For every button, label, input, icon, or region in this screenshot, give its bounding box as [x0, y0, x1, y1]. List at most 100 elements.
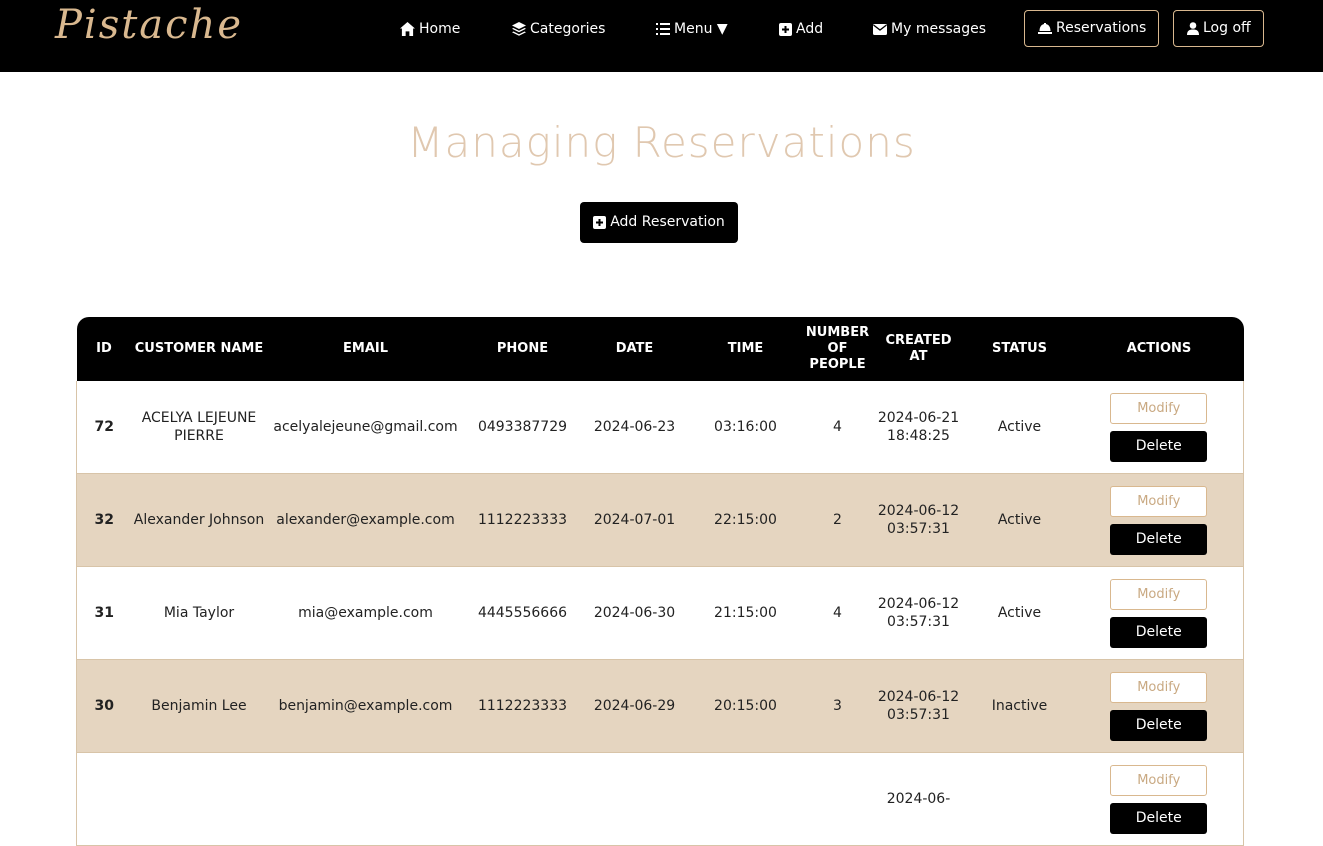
cell-id: 32	[76, 473, 132, 567]
cell-customer-name: ACELYA LEJEUNE PIERRE	[131, 381, 267, 474]
reservations-table-wrapper: ID CUSTOMER NAME EMAIL PHONE DATE TIME N…	[76, 317, 1244, 846]
nav-logoff-button[interactable]: Log off	[1173, 10, 1264, 47]
plus-square-icon	[593, 215, 607, 229]
cell-created-at: 2024-06-12 03:57:31	[872, 473, 965, 567]
delete-button[interactable]: Delete	[1110, 802, 1208, 834]
nav-reservations-label: Reservations	[1056, 20, 1147, 36]
cell-phone: 1112223333	[464, 659, 581, 753]
header-created-at: CREATED AT	[872, 317, 965, 381]
cell-date: 2024-06-29	[580, 659, 689, 753]
home-icon	[400, 22, 415, 36]
bell-icon	[1038, 22, 1052, 34]
list-icon	[656, 23, 670, 35]
cell-phone	[464, 752, 581, 846]
cell-time	[688, 752, 803, 846]
nav-menu-label: Menu ▼	[674, 21, 728, 37]
header-id: ID	[76, 317, 132, 381]
delete-button[interactable]: Delete	[1110, 430, 1208, 462]
nav-home[interactable]: Home	[400, 19, 460, 39]
cell-email	[266, 752, 465, 846]
cell-time: 20:15:00	[688, 659, 803, 753]
cell-date: 2024-06-23	[580, 381, 689, 474]
nav-logoff-label: Log off	[1203, 20, 1251, 36]
cell-people: 3	[802, 659, 873, 753]
cell-actions: Modify Delete	[1074, 381, 1244, 474]
cell-customer-name: Alexander Johnson	[131, 473, 267, 567]
header-status: STATUS	[964, 317, 1075, 381]
user-icon	[1187, 21, 1199, 35]
cell-phone: 4445556666	[464, 566, 581, 660]
cell-id: 72	[76, 381, 132, 474]
cell-customer-name: Mia Taylor	[131, 566, 267, 660]
table-row: 72 ACELYA LEJEUNE PIERRE acelyalejeune@g…	[76, 381, 1244, 474]
modify-button[interactable]: Modify	[1110, 392, 1208, 424]
modify-button[interactable]: Modify	[1110, 764, 1208, 796]
header-phone: PHONE	[464, 317, 581, 381]
cell-id: 31	[76, 566, 132, 660]
add-reservation-button[interactable]: Add Reservation	[580, 202, 738, 243]
cell-phone: 1112223333	[464, 473, 581, 567]
table-row: 32 Alexander Johnson alexander@example.c…	[76, 473, 1244, 567]
nav-categories-label: Categories	[530, 21, 606, 37]
cell-people	[802, 752, 873, 846]
modify-button[interactable]: Modify	[1110, 578, 1208, 610]
delete-button[interactable]: Delete	[1110, 616, 1208, 648]
cell-id	[76, 752, 132, 846]
cell-date: 2024-06-30	[580, 566, 689, 660]
nav-home-label: Home	[419, 21, 461, 37]
cell-status: Active	[964, 473, 1075, 567]
header-email: EMAIL	[266, 317, 465, 381]
cell-date	[580, 752, 689, 846]
add-reservation-label: Add Reservation	[610, 214, 725, 230]
cell-created-at: 2024-06-	[872, 752, 965, 846]
modify-button[interactable]: Modify	[1110, 671, 1208, 703]
plus-square-icon	[779, 22, 792, 36]
cell-status: Active	[964, 381, 1075, 474]
cell-people: 2	[802, 473, 873, 567]
nav-messages[interactable]: My messages	[873, 19, 986, 39]
cell-people: 4	[802, 566, 873, 660]
header-customer-name: CUSTOMER NAME	[131, 317, 267, 381]
header-time: TIME	[688, 317, 803, 381]
header-actions: ACTIONS	[1074, 317, 1244, 381]
cell-email: benjamin@example.com	[266, 659, 465, 753]
envelope-icon	[873, 23, 887, 35]
cell-time: 21:15:00	[688, 566, 803, 660]
cell-date: 2024-07-01	[580, 473, 689, 567]
page-title: Managing Reservations	[407, 118, 916, 167]
delete-button[interactable]: Delete	[1110, 523, 1208, 555]
top-navbar: Pistache Home Categories Menu ▼ Add My m…	[0, 0, 1323, 72]
nav-reservations-button[interactable]: Reservations	[1024, 10, 1159, 47]
cell-email: alexander@example.com	[266, 473, 465, 567]
cell-phone: 0493387729	[464, 381, 581, 474]
cell-id: 30	[76, 659, 132, 753]
header-date: DATE	[580, 317, 689, 381]
cell-created-at: 2024-06-12 03:57:31	[872, 566, 965, 660]
table-header-row: ID CUSTOMER NAME EMAIL PHONE DATE TIME N…	[76, 317, 1244, 381]
table-row: 2024-06- Modify Delete	[76, 752, 1244, 846]
nav-add[interactable]: Add	[779, 19, 823, 39]
cell-time: 22:15:00	[688, 473, 803, 567]
table-row: 30 Benjamin Lee benjamin@example.com 111…	[76, 659, 1244, 753]
reservations-table: ID CUSTOMER NAME EMAIL PHONE DATE TIME N…	[76, 317, 1244, 846]
brand-logo[interactable]: Pistache	[55, 2, 243, 48]
nav-menu-dropdown[interactable]: Menu ▼	[656, 19, 728, 39]
cell-status: Inactive	[964, 659, 1075, 753]
cell-actions: Modify Delete	[1074, 752, 1244, 846]
cell-email: acelyalejeune@gmail.com	[266, 381, 465, 474]
cell-created-at: 2024-06-21 18:48:25	[872, 381, 965, 474]
layers-icon	[512, 22, 526, 36]
cell-status	[964, 752, 1075, 846]
nav-add-label: Add	[796, 21, 824, 37]
cell-time: 03:16:00	[688, 381, 803, 474]
cell-email: mia@example.com	[266, 566, 465, 660]
cell-actions: Modify Delete	[1074, 659, 1244, 753]
cell-created-at: 2024-06-12 03:57:31	[872, 659, 965, 753]
cell-status: Active	[964, 566, 1075, 660]
delete-button[interactable]: Delete	[1110, 709, 1208, 741]
header-number-of-people: NUMBER OF PEOPLE	[802, 317, 873, 381]
table-row: 31 Mia Taylor mia@example.com 4445556666…	[76, 566, 1244, 660]
cell-customer-name: Benjamin Lee	[131, 659, 267, 753]
modify-button[interactable]: Modify	[1110, 485, 1208, 517]
nav-categories[interactable]: Categories	[512, 19, 605, 39]
